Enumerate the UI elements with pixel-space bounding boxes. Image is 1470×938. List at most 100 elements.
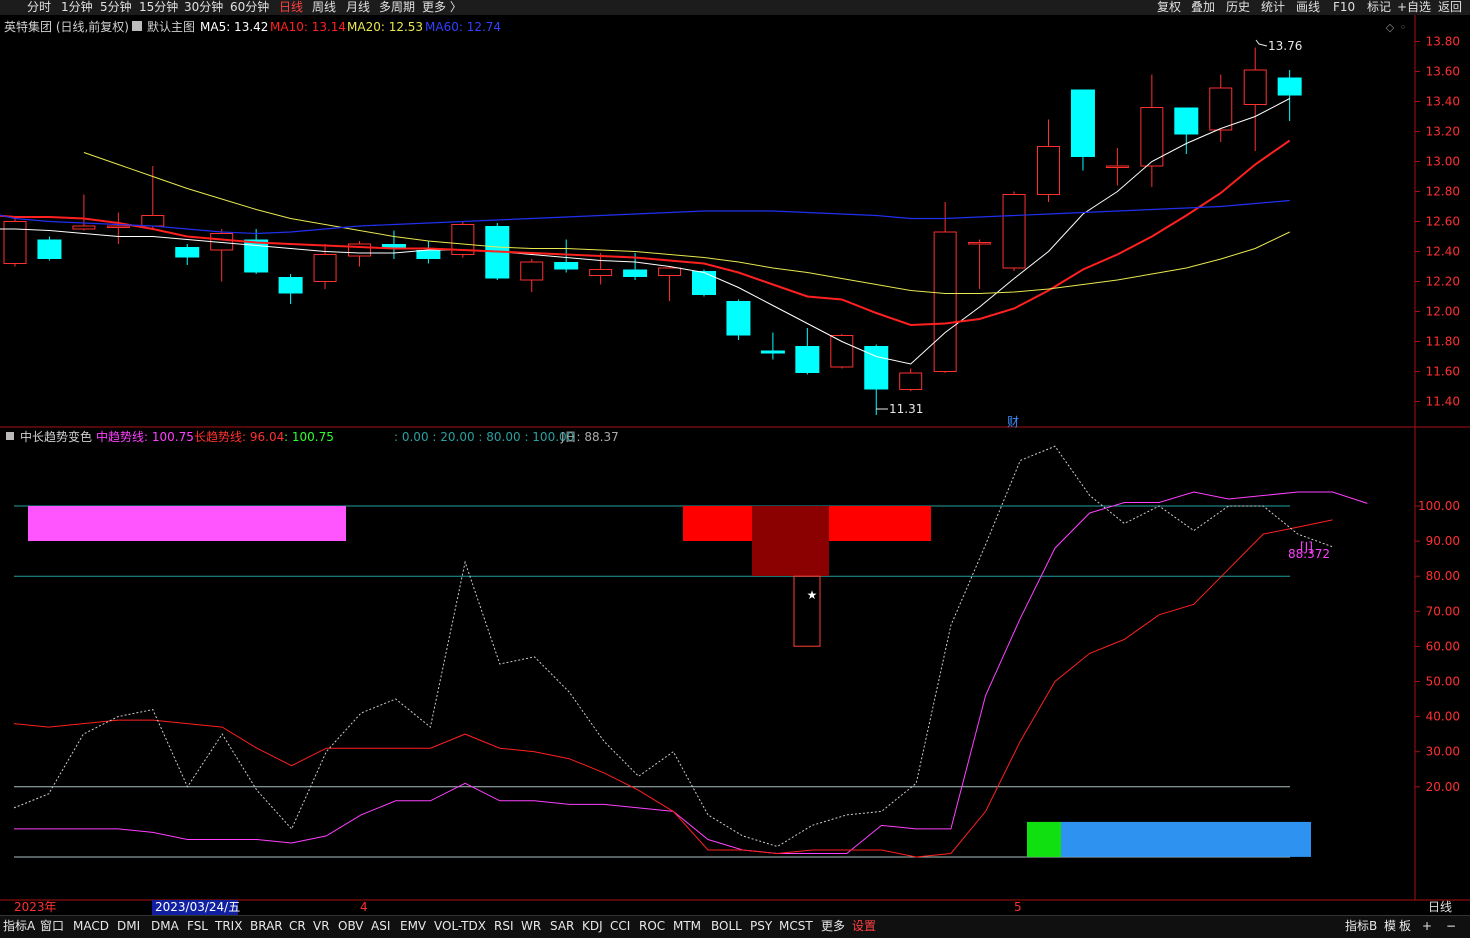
bottom-tab-17[interactable]: CCI (610, 918, 630, 934)
ind-y-tick-label: 60.00 (1426, 639, 1460, 653)
main-y-tick-label: 13.40 (1426, 95, 1460, 109)
candle-body (968, 242, 992, 245)
candle-body (520, 261, 544, 281)
bottom-right-control-0[interactable]: 指标B (1345, 918, 1377, 934)
main-y-tick-label: 11.60 (1426, 365, 1460, 379)
candle-body (106, 225, 130, 228)
high-pointer (1255, 39, 1268, 47)
candle-body (175, 247, 200, 258)
template-label: 默认主图 (147, 19, 195, 34)
bottom-tab-7[interactable]: CR (289, 918, 306, 934)
star-marker: ★ (807, 588, 818, 602)
candle-body (692, 271, 716, 295)
main-y-tick-label: 11.80 (1426, 335, 1460, 349)
chart-canvas: 英特集团 (日线,前复权) 默认主图 MA5: 13.42 MA10: 13.14 MA… (0, 15, 1470, 915)
candle-body (141, 215, 165, 227)
ind-y-tick-label: 20.00 (1426, 780, 1460, 794)
main-y-tick-label: 11.40 (1426, 395, 1460, 409)
ind-y-tick-label: 30.00 (1426, 745, 1460, 759)
bottom-tab-4[interactable]: FSL (187, 918, 208, 934)
candle-body (1174, 107, 1199, 135)
bottom-right-control-3[interactable]: + (1422, 918, 1432, 934)
candle-body (278, 277, 303, 294)
ma-legend-1: MA10: 13.14 (270, 20, 346, 34)
bottom-tab-1[interactable]: MACD (73, 918, 109, 934)
main-y-tick-label: 12.20 (1426, 275, 1460, 289)
main-y-tick-label: 13.60 (1426, 65, 1460, 79)
cursor-date: 2023/03/24/五 (155, 900, 240, 914)
bottom-tab-23[interactable]: 更多 (821, 918, 845, 934)
bottom-tab-11[interactable]: EMV (400, 918, 426, 934)
bottom-tab-13[interactable]: RSI (494, 918, 514, 934)
main-y-tick-label: 12.40 (1426, 245, 1460, 259)
indicator-series-1 (13, 519, 1333, 858)
candle-body (313, 254, 337, 282)
bottom-tab-8[interactable]: VR (313, 918, 330, 934)
bottom-tab-22[interactable]: MCST (779, 918, 813, 934)
bottom-tab-2[interactable]: DMI (117, 918, 140, 934)
ma-legend-2: MA20: 12.53 (347, 20, 423, 34)
candle-body (416, 250, 441, 259)
low-label: 11.31 (889, 402, 923, 416)
bottom-tab-19[interactable]: MTM (673, 918, 701, 934)
candle-body (589, 269, 613, 276)
bottom-tab-9[interactable]: OBV (338, 918, 364, 934)
bottom-tab-bar: 指标A 窗口 MACD DMI DMA FSL TRIX BRAR CR VR OBV ASI EMV V… (0, 915, 1470, 938)
indicator-third-value: : 100.75 (284, 430, 334, 444)
candle-body (658, 267, 682, 276)
circle-icon: ◦ (1400, 21, 1407, 34)
indicator-swatch (6, 432, 14, 440)
indicator-a-tab[interactable]: 指标A (3, 918, 35, 934)
ma-line-MA10 (0, 139, 1291, 327)
ma-legend-3: MA60: 12.74 (425, 20, 501, 34)
bottom-tab-20[interactable]: BOLL (711, 918, 742, 934)
candle-body (1105, 165, 1129, 168)
x-axis-year: 2023年 (14, 900, 57, 914)
bottom-tab-21[interactable]: PSY (750, 918, 772, 934)
ind-y-tick-label: 80.00 (1426, 569, 1460, 583)
ma-line-MA5 (0, 98, 1290, 365)
indicator-j-label: J日: 88.37 (560, 430, 619, 444)
indicator-long-line: 长趋势线: 96.04 (194, 430, 284, 444)
indicator-series-0 (14, 491, 1368, 854)
candle-body (623, 269, 648, 277)
bottom-tab-16[interactable]: KDJ (582, 918, 603, 934)
main-y-tick-label: 12.00 (1426, 305, 1460, 319)
ind-y-tick-label: 70.00 (1426, 604, 1460, 618)
color-block-darkred (752, 506, 829, 576)
indicator-name: 中长趋势变色 (20, 429, 92, 444)
ind-y-tick-label: 40.00 (1426, 710, 1460, 724)
candle-body (1002, 194, 1026, 269)
main-y-tick-label: 12.80 (1426, 185, 1460, 199)
candle-body (1277, 77, 1302, 96)
bottom-tab-24[interactable]: 设置 (852, 918, 876, 934)
bottom-tab-5[interactable]: TRIX (215, 918, 242, 934)
bottom-tab-18[interactable]: ROC (639, 918, 665, 934)
bottom-right-control-4[interactable]: − (1446, 918, 1456, 934)
ma-legend-0: MA5: 13.42 (200, 20, 268, 34)
main-y-tick-label: 12.60 (1426, 215, 1460, 229)
candle-body (899, 372, 923, 390)
x-axis-month-5: 5 (1014, 900, 1022, 914)
bottom-right-control-2[interactable]: 板 (1399, 918, 1411, 934)
color-block-outline (793, 575, 821, 647)
bottom-tab-12[interactable]: VOL-TDX (434, 918, 486, 934)
indicator-levels: : 0.00 : 20.00 : 80.00 : 100.00 (394, 430, 574, 444)
bottom-right-control-1[interactable]: 模 (1384, 918, 1396, 934)
candle-body (1037, 146, 1060, 195)
bottom-tab-6[interactable]: BRAR (250, 918, 283, 934)
x-axis-period: 日线 (1428, 900, 1452, 914)
bottom-tab-0[interactable]: 窗口 (40, 918, 64, 934)
candle-body (1070, 89, 1095, 157)
candle-body (72, 225, 96, 230)
main-y-tick-label: 13.20 (1426, 125, 1460, 139)
bottom-tab-15[interactable]: SAR (550, 918, 574, 934)
candle-body (3, 221, 27, 264)
candle-body (795, 346, 820, 373)
bottom-tab-3[interactable]: DMA (151, 918, 179, 934)
ind-y-tick-label: 90.00 (1426, 534, 1460, 548)
bottom-tab-10[interactable]: ASI (371, 918, 390, 934)
color-block-green (1027, 821, 1061, 857)
color-block-magenta (28, 506, 346, 541)
bottom-tab-14[interactable]: WR (521, 918, 541, 934)
